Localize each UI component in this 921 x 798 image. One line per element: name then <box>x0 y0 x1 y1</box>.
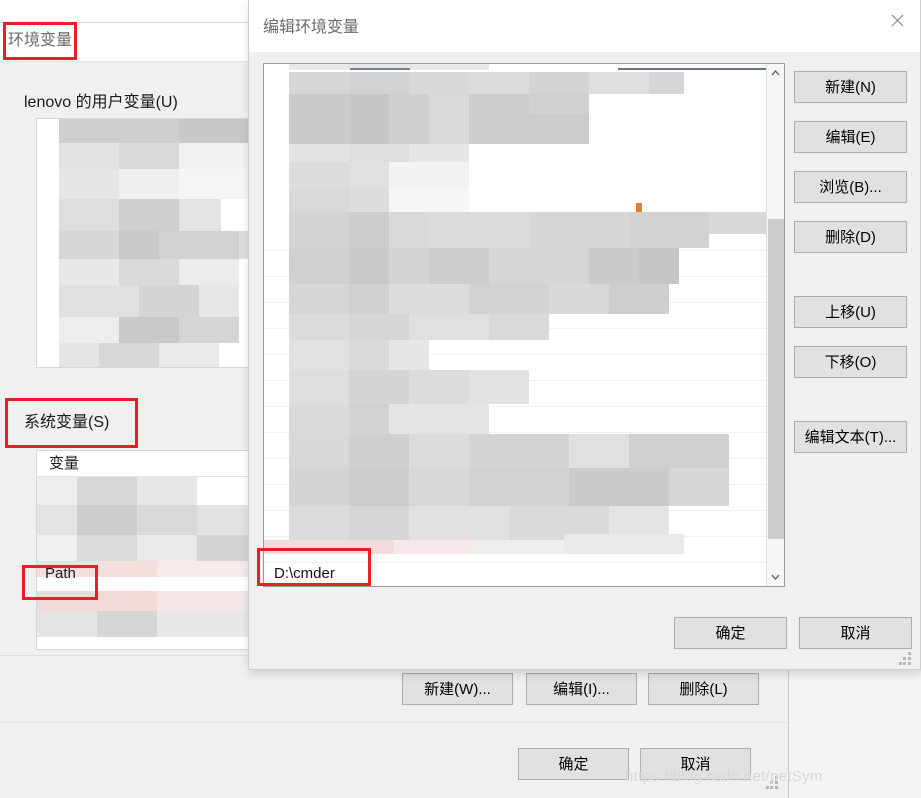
screenshot-root: 环境变量 lenovo 的用户变量(U) 系统变量(S) 变量 Path 新建(… <box>0 0 921 798</box>
scrollbar-thumb[interactable] <box>768 219 784 539</box>
move-up-button[interactable]: 上移(U) <box>794 296 907 328</box>
new-entry-button[interactable]: 新建(N) <box>794 71 907 103</box>
edit-environment-variable-dialog: 编辑环境变量 D:\cmder 新建(N) 编辑(E) 浏览(B)... 删除(… <box>248 0 921 670</box>
new-system-variable-button[interactable]: 新建(W)... <box>402 673 513 705</box>
move-down-button[interactable]: 下移(O) <box>794 346 907 378</box>
footer-divider <box>0 722 788 723</box>
table-row[interactable]: Path <box>45 564 76 584</box>
delete-entry-button[interactable]: 删除(D) <box>794 221 907 253</box>
watermark-text: https://blog.csdn.net/petSym <box>625 768 823 785</box>
edit-text-button[interactable]: 编辑文本(T)... <box>794 421 907 453</box>
edit-entry-button[interactable]: 编辑(E) <box>794 121 907 153</box>
column-header-variable: 变量 <box>49 455 80 472</box>
window-ok-button[interactable]: 确定 <box>518 748 629 780</box>
environment-variables-window-title: 环境变量 <box>8 32 73 49</box>
browse-button[interactable]: 浏览(B)... <box>794 171 907 203</box>
system-variables-label: 系统变量(S) <box>24 414 110 431</box>
chevron-up-icon[interactable] <box>767 64 784 82</box>
dialog-resize-grip[interactable] <box>899 652 913 666</box>
dialog-title: 编辑环境变量 <box>263 19 360 36</box>
dialog-ok-button[interactable]: 确定 <box>674 617 787 649</box>
dialog-cancel-button[interactable]: 取消 <box>799 617 912 649</box>
censored-content-path-list <box>264 64 767 564</box>
path-entry-cmder[interactable]: D:\cmder <box>274 564 335 584</box>
dialog-titlebar: 编辑环境变量 <box>249 0 920 52</box>
dialog-body: D:\cmder 新建(N) 编辑(E) 浏览(B)... 删除(D) 上移(U… <box>249 52 920 669</box>
close-icon[interactable] <box>874 0 920 40</box>
delete-system-variable-button[interactable]: 删除(L) <box>648 673 759 705</box>
user-variables-label: lenovo 的用户变量(U) <box>24 94 178 111</box>
path-entries-listbox[interactable]: D:\cmder <box>263 63 785 587</box>
path-entries-rows[interactable]: D:\cmder <box>264 64 767 586</box>
chevron-down-icon[interactable] <box>767 568 784 586</box>
list-vertical-scrollbar[interactable] <box>766 64 784 586</box>
edit-system-variable-button[interactable]: 编辑(I)... <box>526 673 637 705</box>
